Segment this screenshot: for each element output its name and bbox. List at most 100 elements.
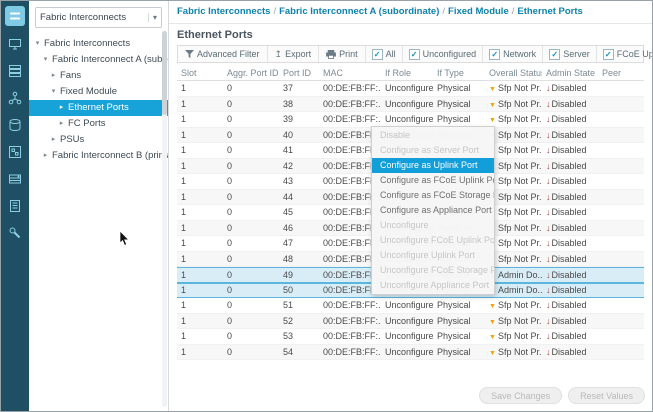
checkbox-icon[interactable]: ✓	[549, 49, 560, 60]
overall-status-text: Sfp Not Pr...	[498, 99, 542, 109]
ucs-logo-icon[interactable]	[5, 6, 25, 26]
export-button[interactable]: ↥ Export	[268, 46, 320, 62]
cell: 0	[223, 161, 279, 171]
cell: 0	[223, 130, 279, 140]
menu-item-configure-as-uplink-port[interactable]: Configure as Uplink Port	[372, 158, 494, 173]
port-row-52[interactable]: 105200:DE:FB:FF:...UnconfiguredPhysical▼…	[177, 314, 644, 330]
app-icon-sidebar	[1, 1, 29, 411]
servers-icon[interactable]	[6, 62, 24, 80]
menu-item-configure-as-appliance-port[interactable]: Configure as Appliance Port	[372, 203, 494, 218]
down-arrow-icon: ↓	[546, 331, 551, 341]
nav-tree: ▾Fabric Interconnects▾Fabric Interconnec…	[29, 36, 168, 164]
filter-unconfigured[interactable]: ✓Unconfigured	[403, 46, 484, 62]
lan-icon[interactable]	[6, 89, 24, 107]
cell: Physical	[433, 331, 485, 341]
breadcrumb-item-ethernet-ports[interactable]: Ethernet Ports	[517, 6, 582, 17]
cell: Unconfigured	[381, 114, 433, 124]
tree-item-fc-ports[interactable]: ▸FC Ports	[29, 116, 168, 132]
menu-item-configure-as-fcoe-uplink-port[interactable]: Configure as FCoE Uplink Port	[372, 173, 494, 188]
column-header-aggr-port-id[interactable]: Aggr. Port ID	[223, 68, 279, 78]
save-changes-button[interactable]: Save Changes	[479, 387, 562, 404]
cell: 38	[279, 99, 319, 109]
san-icon[interactable]	[6, 116, 24, 134]
menu-item-unconfigure-uplink-port: Unconfigure Uplink Port	[372, 248, 494, 263]
port-row-38[interactable]: 103800:DE:FB:FF:...UnconfiguredPhysical▼…	[177, 97, 644, 113]
cell: 1	[177, 176, 223, 186]
admin-state-cell: ↓Disabled	[542, 114, 598, 124]
column-header-mac[interactable]: MAC	[319, 68, 381, 78]
cell: 1	[177, 83, 223, 93]
port-row-54[interactable]: 105400:DE:FB:FF:...UnconfiguredPhysical▼…	[177, 345, 644, 361]
filter-all[interactable]: ✓All	[366, 46, 403, 62]
cell: 1	[177, 207, 223, 217]
nav-scrollbar[interactable]	[162, 31, 167, 407]
admin-state-cell: ↓Disabled	[542, 254, 598, 264]
filter-server[interactable]: ✓Server	[543, 46, 597, 62]
equipment-icon[interactable]	[6, 35, 24, 53]
column-header-if-type[interactable]: If Type	[433, 68, 485, 78]
filter-network[interactable]: ✓Network	[483, 46, 543, 62]
tools-icon[interactable]	[6, 224, 24, 242]
column-header-slot[interactable]: Slot	[177, 68, 223, 78]
expand-caret-icon[interactable]: ▸	[57, 100, 66, 116]
menu-item-unconfigure: Unconfigure	[372, 218, 494, 233]
collapse-caret-icon[interactable]: ▾	[33, 36, 42, 52]
breadcrumb-item-fabric-interconnects[interactable]: Fabric Interconnects	[177, 6, 270, 17]
expand-caret-icon[interactable]: ▸	[49, 68, 58, 84]
overall-status-text: Sfp Not Pr...	[498, 347, 542, 357]
nav-tree-selector[interactable]: Fabric Interconnects ▾	[35, 7, 162, 28]
print-button[interactable]: Print	[319, 46, 366, 62]
filter-fcoe-uplink[interactable]: ✓FCoE Uplink	[597, 46, 653, 62]
vm-icon[interactable]	[6, 143, 24, 161]
advanced-filter-label: Advanced Filter	[197, 49, 260, 59]
expand-caret-icon[interactable]: ▸	[41, 148, 50, 164]
overall-status-text: Sfp Not Pr...	[498, 114, 542, 124]
tree-item-fabric-interconnects[interactable]: ▾Fabric Interconnects	[29, 36, 168, 52]
cell: 40	[279, 130, 319, 140]
column-header-admin-state[interactable]: Admin State	[542, 68, 598, 78]
export-label: Export	[285, 49, 311, 59]
admin-icon[interactable]	[6, 197, 24, 215]
admin-state-text: Disabled	[552, 347, 587, 357]
expand-caret-icon[interactable]: ▸	[57, 116, 66, 132]
menu-item-configure-as-fcoe-storage-port[interactable]: Configure as FCoE Storage Port	[372, 188, 494, 203]
cell: 47	[279, 238, 319, 248]
checkbox-icon[interactable]: ✓	[489, 49, 500, 60]
tree-item-label: Fabric Interconnect A (subordinate)	[52, 52, 168, 68]
tree-item-fabric-interconnect-a-subordinate[interactable]: ▾Fabric Interconnect A (subordinate)	[29, 52, 168, 68]
tree-item-psus[interactable]: ▸PSUs	[29, 132, 168, 148]
column-header-peer[interactable]: Peer	[598, 68, 644, 78]
warning-status-icon: ▼	[489, 117, 496, 124]
admin-state-cell: ↓Disabled	[542, 300, 598, 310]
port-row-37[interactable]: 103700:DE:FB:FF:...UnconfiguredPhysical▼…	[177, 81, 644, 97]
nav-scrollbar-thumb[interactable]	[162, 31, 167, 115]
tree-item-fabric-interconnect-b-primary[interactable]: ▸Fabric Interconnect B (primary)	[29, 148, 168, 164]
collapse-caret-icon[interactable]: ▾	[41, 52, 50, 68]
reset-values-button[interactable]: Reset Values	[568, 387, 645, 404]
advanced-filter-button[interactable]: Advanced Filter	[178, 46, 268, 62]
chevron-down-icon[interactable]: ▾	[148, 13, 157, 22]
tree-item-fans[interactable]: ▸Fans	[29, 68, 168, 84]
column-header-overall-status[interactable]: Overall Status	[485, 68, 542, 78]
admin-state-text: Disabled	[552, 145, 587, 155]
port-row-53[interactable]: 105300:DE:FB:FF:...UnconfiguredPhysical▼…	[177, 329, 644, 345]
tree-item-fixed-module[interactable]: ▾Fixed Module	[29, 84, 168, 100]
overall-status-text: Sfp Not Pr...	[498, 176, 542, 186]
tree-item-ethernet-ports[interactable]: ▸Ethernet Ports	[29, 100, 168, 116]
storage-icon[interactable]	[6, 170, 24, 188]
checkbox-icon[interactable]: ✓	[603, 49, 614, 60]
overall-status-text: Sfp Not Pr...	[498, 145, 542, 155]
overall-status-text: Sfp Not Pr...	[498, 254, 542, 264]
breadcrumb-item-fixed-module[interactable]: Fixed Module	[448, 6, 509, 17]
expand-caret-icon[interactable]: ▸	[49, 132, 58, 148]
collapse-caret-icon[interactable]: ▾	[49, 84, 58, 100]
checkbox-icon[interactable]: ✓	[372, 49, 383, 60]
cell: 00:DE:FB:FF:...	[319, 99, 381, 109]
port-row-51[interactable]: 105100:DE:FB:FF:...UnconfiguredPhysical▼…	[177, 298, 644, 314]
admin-state-text: Disabled	[552, 161, 587, 171]
breadcrumb-item-fabric-interconnect-a-subordinate[interactable]: Fabric Interconnect A (subordinate)	[279, 6, 439, 17]
column-header-port-id[interactable]: Port ID	[279, 68, 319, 78]
column-header-if-role[interactable]: If Role	[381, 68, 433, 78]
cell: 0	[223, 83, 279, 93]
checkbox-icon[interactable]: ✓	[409, 49, 420, 60]
